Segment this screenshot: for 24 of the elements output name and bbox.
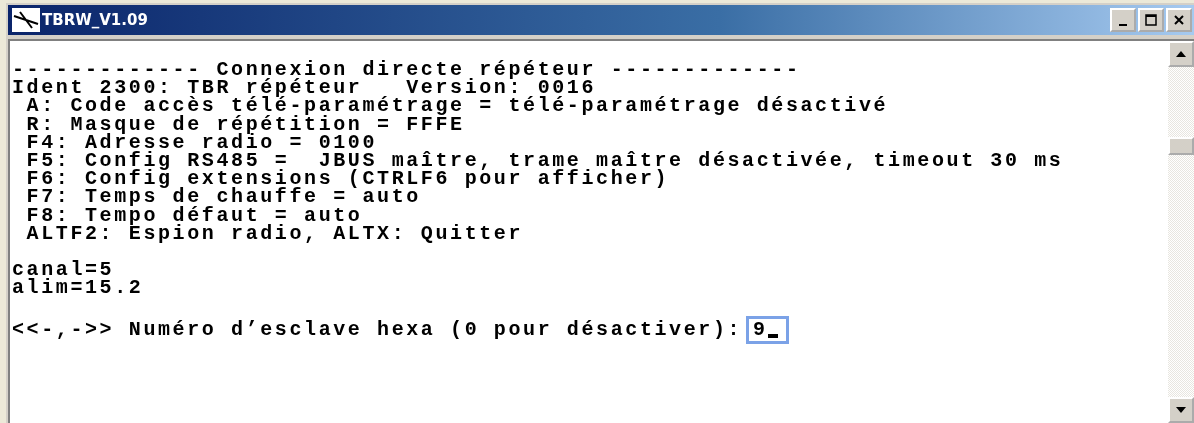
scroll-thumb[interactable] [1168, 137, 1194, 155]
console-line: R: Masque de répétition = FFFE [25, 115, 465, 134]
text-cursor [767, 333, 778, 338]
app-icon [12, 8, 40, 32]
scrollbar[interactable] [1168, 41, 1194, 423]
console-line: F7: Temps de chauffe = auto [25, 188, 421, 207]
close-button[interactable] [1166, 8, 1192, 32]
scroll-down-button[interactable] [1168, 397, 1194, 423]
input-field[interactable]: 9 [746, 315, 789, 344]
console-line: ALTF2: Espion radio, ALTX: Quitter [25, 224, 524, 244]
scroll-up-button[interactable] [1168, 41, 1194, 67]
window-title: TBRW_V1.09 [42, 11, 149, 29]
maximize-button[interactable] [1138, 8, 1164, 32]
console-line: A: Code accès télé-paramétrage = télé-paramétrage désactivé [25, 97, 889, 116]
minimize-icon [1119, 24, 1127, 26]
console-line: F8: Tempo défaut = auto [25, 206, 363, 225]
prompt-text: <<-,->> Numéro d’esclave hexa (0 pour désactiver): [12, 320, 743, 339]
down-arrow-icon [1176, 407, 1186, 413]
up-arrow-icon [1176, 51, 1186, 57]
minimize-button[interactable] [1110, 8, 1136, 32]
maximize-icon [1145, 14, 1157, 26]
console-line: F4: Adresse radio = 0100 [25, 133, 378, 152]
close-icon [1173, 14, 1185, 26]
console-line: alim=15.2 [12, 279, 144, 298]
